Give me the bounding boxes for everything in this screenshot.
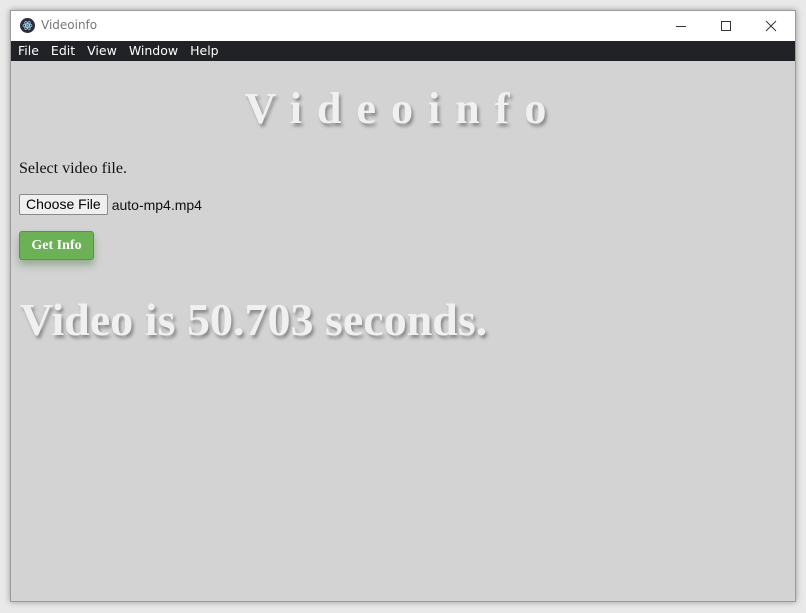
- minimize-button[interactable]: [658, 11, 703, 41]
- menu-help[interactable]: Help: [184, 41, 225, 61]
- electron-atom-icon: [20, 18, 35, 33]
- menu-edit[interactable]: Edit: [45, 41, 81, 61]
- minimize-icon: [675, 26, 686, 27]
- choose-file-button[interactable]: Choose File: [19, 194, 108, 215]
- menu-window[interactable]: Window: [123, 41, 184, 61]
- window-title: Videoinfo: [41, 18, 98, 32]
- menu-bar: File Edit View Window Help: [11, 41, 795, 61]
- title-bar[interactable]: Videoinfo: [11, 11, 795, 41]
- app-window: Videoinfo File Edit View Window Help Vid…: [10, 10, 796, 602]
- main-content: Videoinfo Select video file. Choose File…: [11, 61, 795, 601]
- select-file-prompt: Select video file.: [19, 160, 127, 177]
- maximize-button[interactable]: [703, 11, 748, 41]
- close-icon: [765, 20, 776, 32]
- menu-file[interactable]: File: [11, 41, 45, 61]
- close-button[interactable]: [748, 11, 793, 41]
- file-input: Choose File auto-mp4.mp4: [19, 194, 202, 215]
- menu-view[interactable]: View: [81, 41, 123, 61]
- get-info-button[interactable]: Get Info: [19, 231, 94, 260]
- duration-result: Video is 50.703 seconds.: [20, 294, 488, 345]
- page-title: Videoinfo: [244, 84, 562, 133]
- maximize-icon: [720, 21, 731, 31]
- selected-file-name: auto-mp4.mp4: [111, 196, 202, 213]
